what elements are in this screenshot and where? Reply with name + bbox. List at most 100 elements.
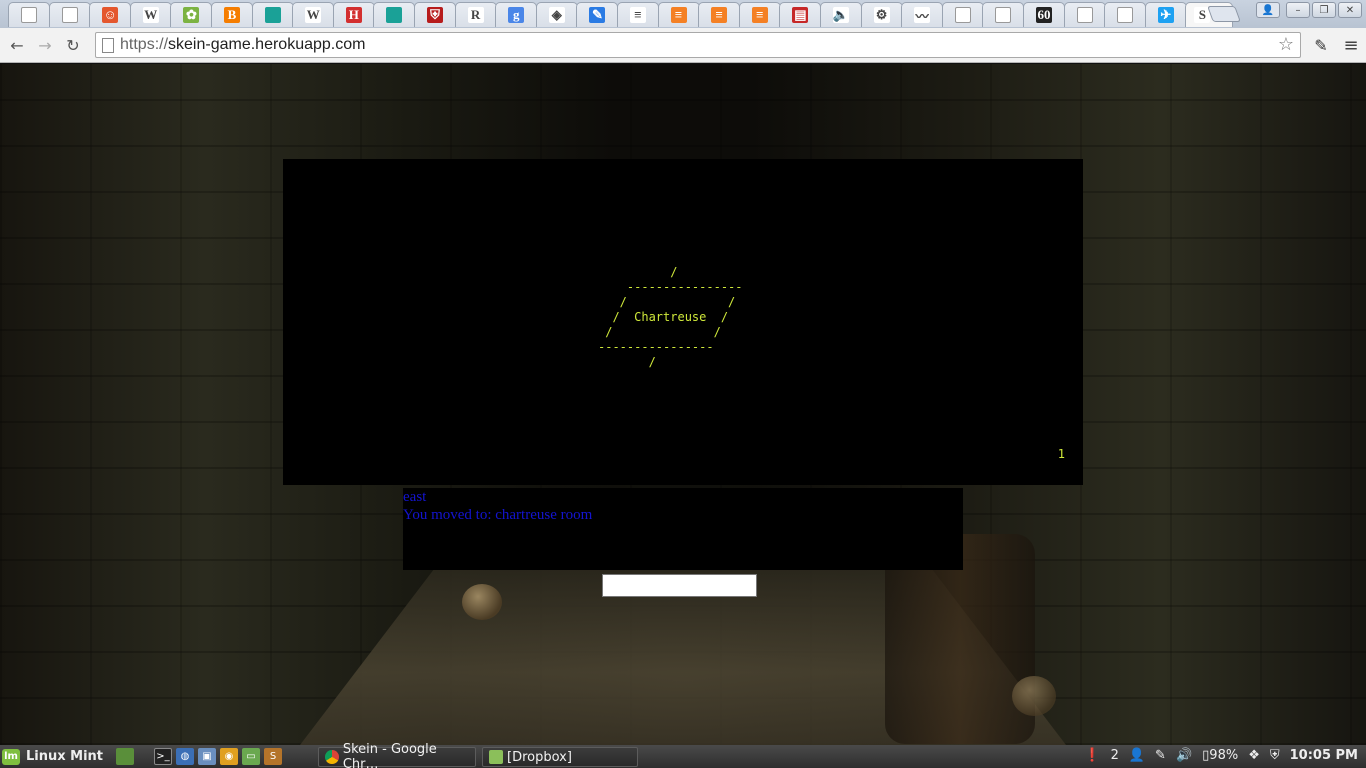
network-tray-icon[interactable]: ✎ <box>1155 748 1166 763</box>
teal-square-icon <box>386 7 403 23</box>
browser-tab[interactable]: ✈ <box>1144 2 1187 27</box>
audio-playing-icon: 🔈 <box>832 7 850 23</box>
folder-icon <box>489 750 503 764</box>
notification-count: 2 <box>1110 748 1119 763</box>
browser-tab[interactable]: ⚙ <box>860 2 903 27</box>
room-map: / ---------------- / / / Chartreuse / / … <box>598 265 743 369</box>
blank-page-icon <box>1076 7 1093 23</box>
log-line: You moved to: chartreuse room <box>403 507 593 523</box>
task-label: [Dropbox] <box>507 749 572 765</box>
notification-icon[interactable]: ❗ <box>1084 748 1100 763</box>
start-menu-button[interactable]: lm Linux Mint <box>2 747 103 766</box>
dropbox-icon[interactable]: ❖ <box>1248 748 1260 763</box>
show-desktop-icon[interactable] <box>116 748 134 765</box>
maximize-button[interactable]: ❐ <box>1312 2 1336 18</box>
blogger-icon: B <box>224 7 240 23</box>
browser-tab[interactable]: ⛨ <box>414 2 456 27</box>
browser-tab[interactable]: H <box>332 2 375 27</box>
blank-page-icon <box>954 7 971 23</box>
browser-tab[interactable]: ☺ <box>89 2 132 27</box>
browser-tab[interactable] <box>251 2 294 27</box>
message-log: east You moved to: chartreuse room <box>403 488 963 570</box>
command-input[interactable] <box>602 574 757 597</box>
minimize-button[interactable]: – <box>1286 2 1310 18</box>
r-letter-icon: R <box>467 7 484 23</box>
blank-page-icon <box>61 7 78 23</box>
stackoverflow-icon: ≡ <box>630 7 646 23</box>
browser-tab[interactable]: 🔈 <box>820 2 862 27</box>
new-tab-button[interactable] <box>1207 6 1241 22</box>
map-counter: 1 <box>1057 447 1065 461</box>
browser-tab[interactable]: ◈ <box>535 2 578 27</box>
speech-bubble-icon: 60 <box>1036 7 1052 23</box>
browser-toolbar: ← → ↻ https://skein-game.herokuapp.com ☆… <box>0 28 1366 63</box>
url-host: skein-game.herokuapp.com <box>168 36 366 53</box>
browser-tab[interactable]: ≡ <box>617 2 659 27</box>
browser-tab[interactable] <box>48 2 91 27</box>
browser-tab[interactable]: 60 <box>1023 2 1065 27</box>
back-arrow-icon[interactable]: ← <box>6 34 28 56</box>
chrome-icon <box>325 750 339 764</box>
browser-tab[interactable]: ▤ <box>779 2 822 27</box>
stackexchange-icon: ≡ <box>670 7 687 23</box>
google-icon: g <box>508 7 525 23</box>
blank-page-icon <box>21 7 37 23</box>
blank-page-icon <box>1117 7 1134 23</box>
forward-arrow-icon[interactable]: → <box>34 34 56 56</box>
task-chrome[interactable]: Skein - Google Chr… <box>318 742 476 768</box>
browser-tab[interactable]: W <box>129 2 172 27</box>
taskbar: lm Linux Mint >_ ◍ ▣ ◉ ▭ S Skein - Googl… <box>0 742 1366 768</box>
battery-icon[interactable]: ▯98% <box>1202 748 1238 763</box>
volume-icon[interactable]: 🔊 <box>1176 748 1192 763</box>
blank-page-icon <box>995 7 1012 23</box>
browser-tab[interactable]: ✎ <box>576 2 619 27</box>
stackexchange-icon: ≡ <box>711 7 728 23</box>
reload-icon[interactable]: ↻ <box>62 34 84 56</box>
terminal-icon[interactable]: >_ <box>154 748 172 765</box>
system-tray: ❗ 2 👤 ✎ 🔊 ▯98% ❖ ⛨ 10:05 PM <box>1084 748 1358 763</box>
bookmark-star-icon[interactable]: ☆ <box>1278 34 1294 55</box>
extension-tool-icon[interactable]: ✎ <box>1310 34 1332 56</box>
clock[interactable]: 10:05 PM <box>1290 748 1358 763</box>
battery-level: 98% <box>1209 748 1239 763</box>
chrome-launcher-icon[interactable]: ◉ <box>220 748 238 765</box>
browser-tab[interactable]: B <box>211 2 253 27</box>
task-dropbox[interactable]: [Dropbox] <box>482 747 638 767</box>
network-icon[interactable]: ▣ <box>198 748 216 765</box>
browser-tab[interactable]: ✿ <box>170 2 213 27</box>
update-shield-icon[interactable]: ⛨ <box>1270 748 1280 763</box>
browser-tab[interactable]: ≡ <box>657 2 700 27</box>
skull-image <box>1012 676 1056 716</box>
skull-image <box>462 584 502 620</box>
log-line: east <box>403 489 427 505</box>
map-panel: / ---------------- / / / Chartreuse / / … <box>283 159 1083 485</box>
browser-tab[interactable]: ≡ <box>738 2 781 27</box>
browser-tab[interactable]: W <box>292 2 335 27</box>
chrome-menu-icon[interactable]: ≡ <box>1340 34 1362 56</box>
user-icon[interactable]: 👤 <box>1129 748 1145 763</box>
browser-tab[interactable] <box>373 2 416 27</box>
pixel-character-icon: ☺ <box>102 7 119 23</box>
browser-tab[interactable] <box>8 2 50 27</box>
browser-tab[interactable] <box>1063 2 1106 27</box>
browser-tab[interactable]: ≡ <box>698 2 741 27</box>
browser-tab[interactable] <box>941 2 984 27</box>
browser-tab[interactable]: 〰 <box>901 2 944 27</box>
user-profile-icon[interactable]: 👤 <box>1256 2 1280 18</box>
wikipedia-icon: W <box>305 7 322 23</box>
browser-tab[interactable] <box>1104 2 1147 27</box>
tab-strip: ☺W✿BWH⛨Rg◈✎≡≡≡≡▤🔈⚙〰60✈S✕ 👤 – ❐ ✕ <box>0 0 1366 28</box>
linux-mint-icon: lm <box>2 748 20 765</box>
teal-square-icon <box>264 7 281 23</box>
url-text[interactable]: https://skein-game.herokuapp.com <box>120 36 365 54</box>
shield-icon: ⛨ <box>427 7 443 23</box>
close-window-button[interactable]: ✕ <box>1338 2 1362 18</box>
file-manager-icon[interactable]: ▭ <box>242 748 260 765</box>
firefox-icon[interactable]: ◍ <box>176 748 194 765</box>
address-bar[interactable]: https://skein-game.herokuapp.com ☆ <box>95 32 1301 58</box>
browser-tab[interactable]: g <box>495 2 538 27</box>
browser-tab[interactable] <box>982 2 1025 27</box>
sublime-text-icon[interactable]: S <box>264 748 282 765</box>
task-label: Skein - Google Chr… <box>342 742 437 768</box>
browser-tab[interactable]: R <box>454 2 497 27</box>
